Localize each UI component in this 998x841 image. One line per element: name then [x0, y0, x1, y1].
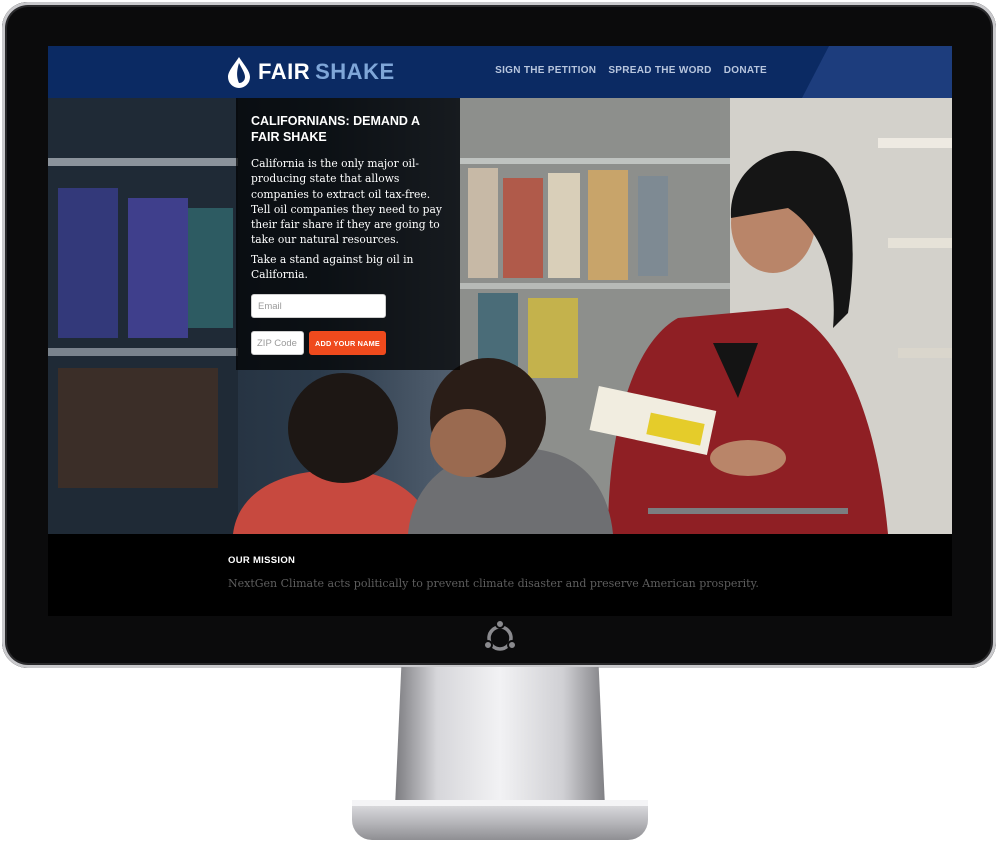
nav-donate[interactable]: DONATE — [724, 65, 767, 76]
monitor-stand-neck — [395, 667, 605, 807]
zip-input[interactable] — [251, 331, 304, 355]
oil-drop-icon — [228, 57, 250, 88]
brand-word-shake: SHAKE — [315, 59, 395, 84]
monitor-stand-foot — [352, 800, 648, 840]
header-accent-shade — [802, 46, 952, 98]
ubuntu-logo-icon — [483, 620, 517, 651]
brand-word-fair: FAIR — [258, 59, 311, 84]
email-input[interactable] — [251, 294, 386, 318]
monitor-frame: FAIR SHAKE SIGN THE PETITION SPREAD THE … — [2, 2, 996, 668]
nav-spread-word[interactable]: SPREAD THE WORD — [608, 65, 711, 76]
monitor-stand-foot-highlight — [352, 800, 648, 806]
panel-body-text: California is the only major oil-produci… — [251, 157, 442, 247]
nav-sign-petition[interactable]: SIGN THE PETITION — [495, 65, 596, 76]
screen: FAIR SHAKE SIGN THE PETITION SPREAD THE … — [48, 46, 952, 616]
mission-section: OUR MISSION NextGen Climate acts politic… — [48, 534, 952, 616]
panel-subtext: Take a stand against big oil in Californ… — [251, 253, 414, 282]
panel-headline: CALIFORNIANS: DEMAND A FAIR SHAKE — [251, 114, 420, 144]
main-nav: SIGN THE PETITION SPREAD THE WORD DONATE — [495, 65, 767, 76]
hero-photo — [48, 98, 952, 534]
petition-panel: CALIFORNIANS: DEMAND A FAIR SHAKE Califo… — [236, 98, 460, 370]
hero-section: CALIFORNIANS: DEMAND A FAIR SHAKE Califo… — [48, 98, 952, 534]
mission-heading: OUR MISSION — [228, 555, 296, 566]
brand-logo[interactable]: FAIR SHAKE — [226, 54, 395, 90]
mission-text: NextGen Climate acts politically to prev… — [228, 577, 759, 590]
site-header: FAIR SHAKE SIGN THE PETITION SPREAD THE … — [48, 46, 952, 98]
add-your-name-button[interactable]: ADD YOUR NAME — [309, 331, 386, 355]
